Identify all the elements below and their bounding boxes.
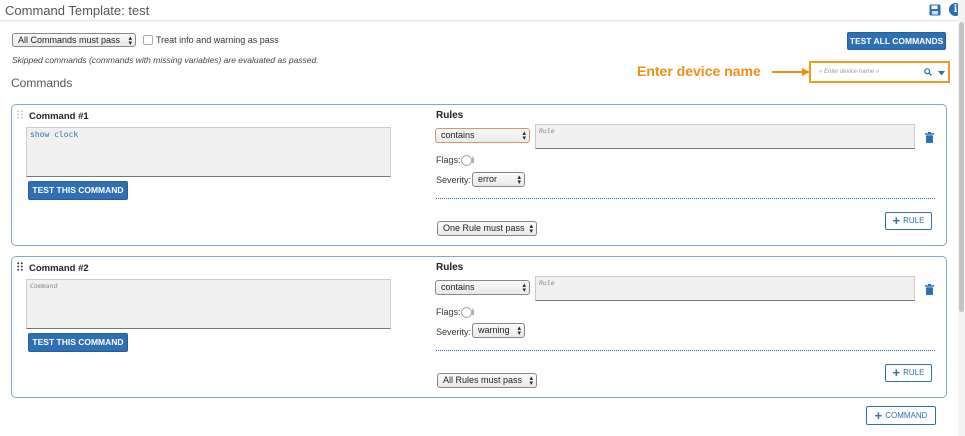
- flags-label: Flags:: [436, 307, 461, 317]
- flags-toggle[interactable]: [461, 307, 472, 318]
- page-header: Command Template: test i: [0, 0, 962, 21]
- save-icon[interactable]: [929, 4, 941, 16]
- severity-label: Severity:: [436, 175, 472, 185]
- trash-icon[interactable]: [925, 132, 934, 143]
- scrollbar-thumb[interactable]: [959, 22, 964, 312]
- page-title: Command Template: test: [5, 3, 150, 18]
- add-command-button[interactable]: + COMMAND: [866, 406, 936, 425]
- device-callout-text: Enter device name: [637, 63, 761, 79]
- add-rule-button[interactable]: + RULE: [885, 212, 932, 230]
- chevron-down-icon[interactable]: [938, 71, 945, 76]
- add-rule-button[interactable]: + RULE: [885, 364, 932, 382]
- command-textarea[interactable]: show clock: [26, 127, 391, 177]
- rule-operator-value: contains: [441, 130, 475, 140]
- trash-icon[interactable]: [925, 284, 934, 295]
- plus-icon: +: [874, 408, 883, 423]
- test-all-commands-button[interactable]: TEST ALL COMMANDS: [847, 32, 946, 50]
- severity-select[interactable]: warning ▴ ▾: [472, 323, 525, 338]
- rule-placeholder: Rule: [539, 127, 555, 135]
- rules-divider: [436, 350, 935, 351]
- test-command-button[interactable]: TEST THIS COMMAND: [28, 333, 128, 352]
- pass-mode-select[interactable]: All Commands must pass ▴ ▾: [12, 33, 136, 47]
- drag-handle-icon[interactable]: [17, 110, 23, 119]
- arrow-right-icon: [772, 68, 810, 76]
- rules-title: Rules: [436, 262, 464, 273]
- command-title: Command #1: [29, 111, 89, 122]
- select-arrows-icon: ▴ ▾: [517, 174, 521, 186]
- plus-icon: +: [892, 365, 901, 380]
- rule-textarea[interactable]: Rule: [535, 124, 915, 149]
- rule-mode-select[interactable]: All Rules must pass ▴ ▾: [437, 373, 537, 388]
- severity-value: warning: [478, 325, 510, 335]
- rule-placeholder: Rule: [539, 279, 555, 287]
- severity-select[interactable]: error ▴ ▾: [472, 172, 525, 187]
- rule-operator-select[interactable]: contains ▴ ▾: [435, 128, 530, 143]
- section-title: Commands: [11, 76, 73, 90]
- select-arrows-icon: ▴ ▾: [529, 223, 533, 235]
- scrollbar[interactable]: [958, 0, 965, 436]
- flags-toggle[interactable]: [461, 155, 472, 166]
- command-value: show clock: [30, 130, 79, 139]
- treat-info-checkbox[interactable]: [143, 35, 153, 45]
- treat-info-label: Treat info and warning as pass: [156, 35, 279, 45]
- command-title: Command #2: [29, 263, 89, 274]
- add-rule-label: RULE: [903, 216, 925, 225]
- rule-mode-value: One Rule must pass: [443, 223, 525, 233]
- select-arrows-icon: ▴ ▾: [529, 375, 533, 387]
- select-arrows-icon: ▴ ▾: [517, 325, 521, 337]
- pass-mode-value: All Commands must pass: [18, 35, 121, 45]
- rule-mode-select[interactable]: One Rule must pass ▴ ▾: [437, 221, 537, 236]
- plus-icon: +: [892, 213, 901, 228]
- drag-handle-icon[interactable]: [17, 262, 23, 271]
- device-name-placeholder: « Enter device name »: [819, 69, 880, 75]
- flags-value: i: [472, 155, 474, 165]
- flags-label: Flags:: [436, 155, 461, 165]
- rule-operator-value: contains: [441, 282, 475, 292]
- select-arrows-icon: ▴ ▾: [522, 282, 526, 294]
- select-arrows-icon: ▴ ▾: [522, 130, 526, 142]
- severity-value: error: [478, 174, 498, 184]
- skipped-note: Skipped commands (commands with missing …: [12, 55, 319, 65]
- device-name-input[interactable]: « Enter device name »: [809, 61, 950, 83]
- command-placeholder: Command: [30, 282, 58, 290]
- rule-mode-value: All Rules must pass: [443, 375, 523, 385]
- test-command-button[interactable]: TEST THIS COMMAND: [28, 181, 128, 200]
- command-textarea[interactable]: Command: [26, 279, 391, 329]
- flags-value: i: [472, 307, 474, 317]
- severity-label: Severity:: [436, 327, 472, 337]
- rule-operator-select[interactable]: contains ▴ ▾: [435, 280, 530, 295]
- add-rule-label: RULE: [903, 368, 925, 377]
- rule-textarea[interactable]: Rule: [535, 276, 915, 301]
- rules-divider: [436, 198, 935, 199]
- select-arrows-icon: ▴ ▾: [128, 35, 132, 47]
- search-icon: [924, 68, 932, 76]
- add-command-label: COMMAND: [885, 411, 928, 420]
- rules-title: Rules: [436, 110, 464, 121]
